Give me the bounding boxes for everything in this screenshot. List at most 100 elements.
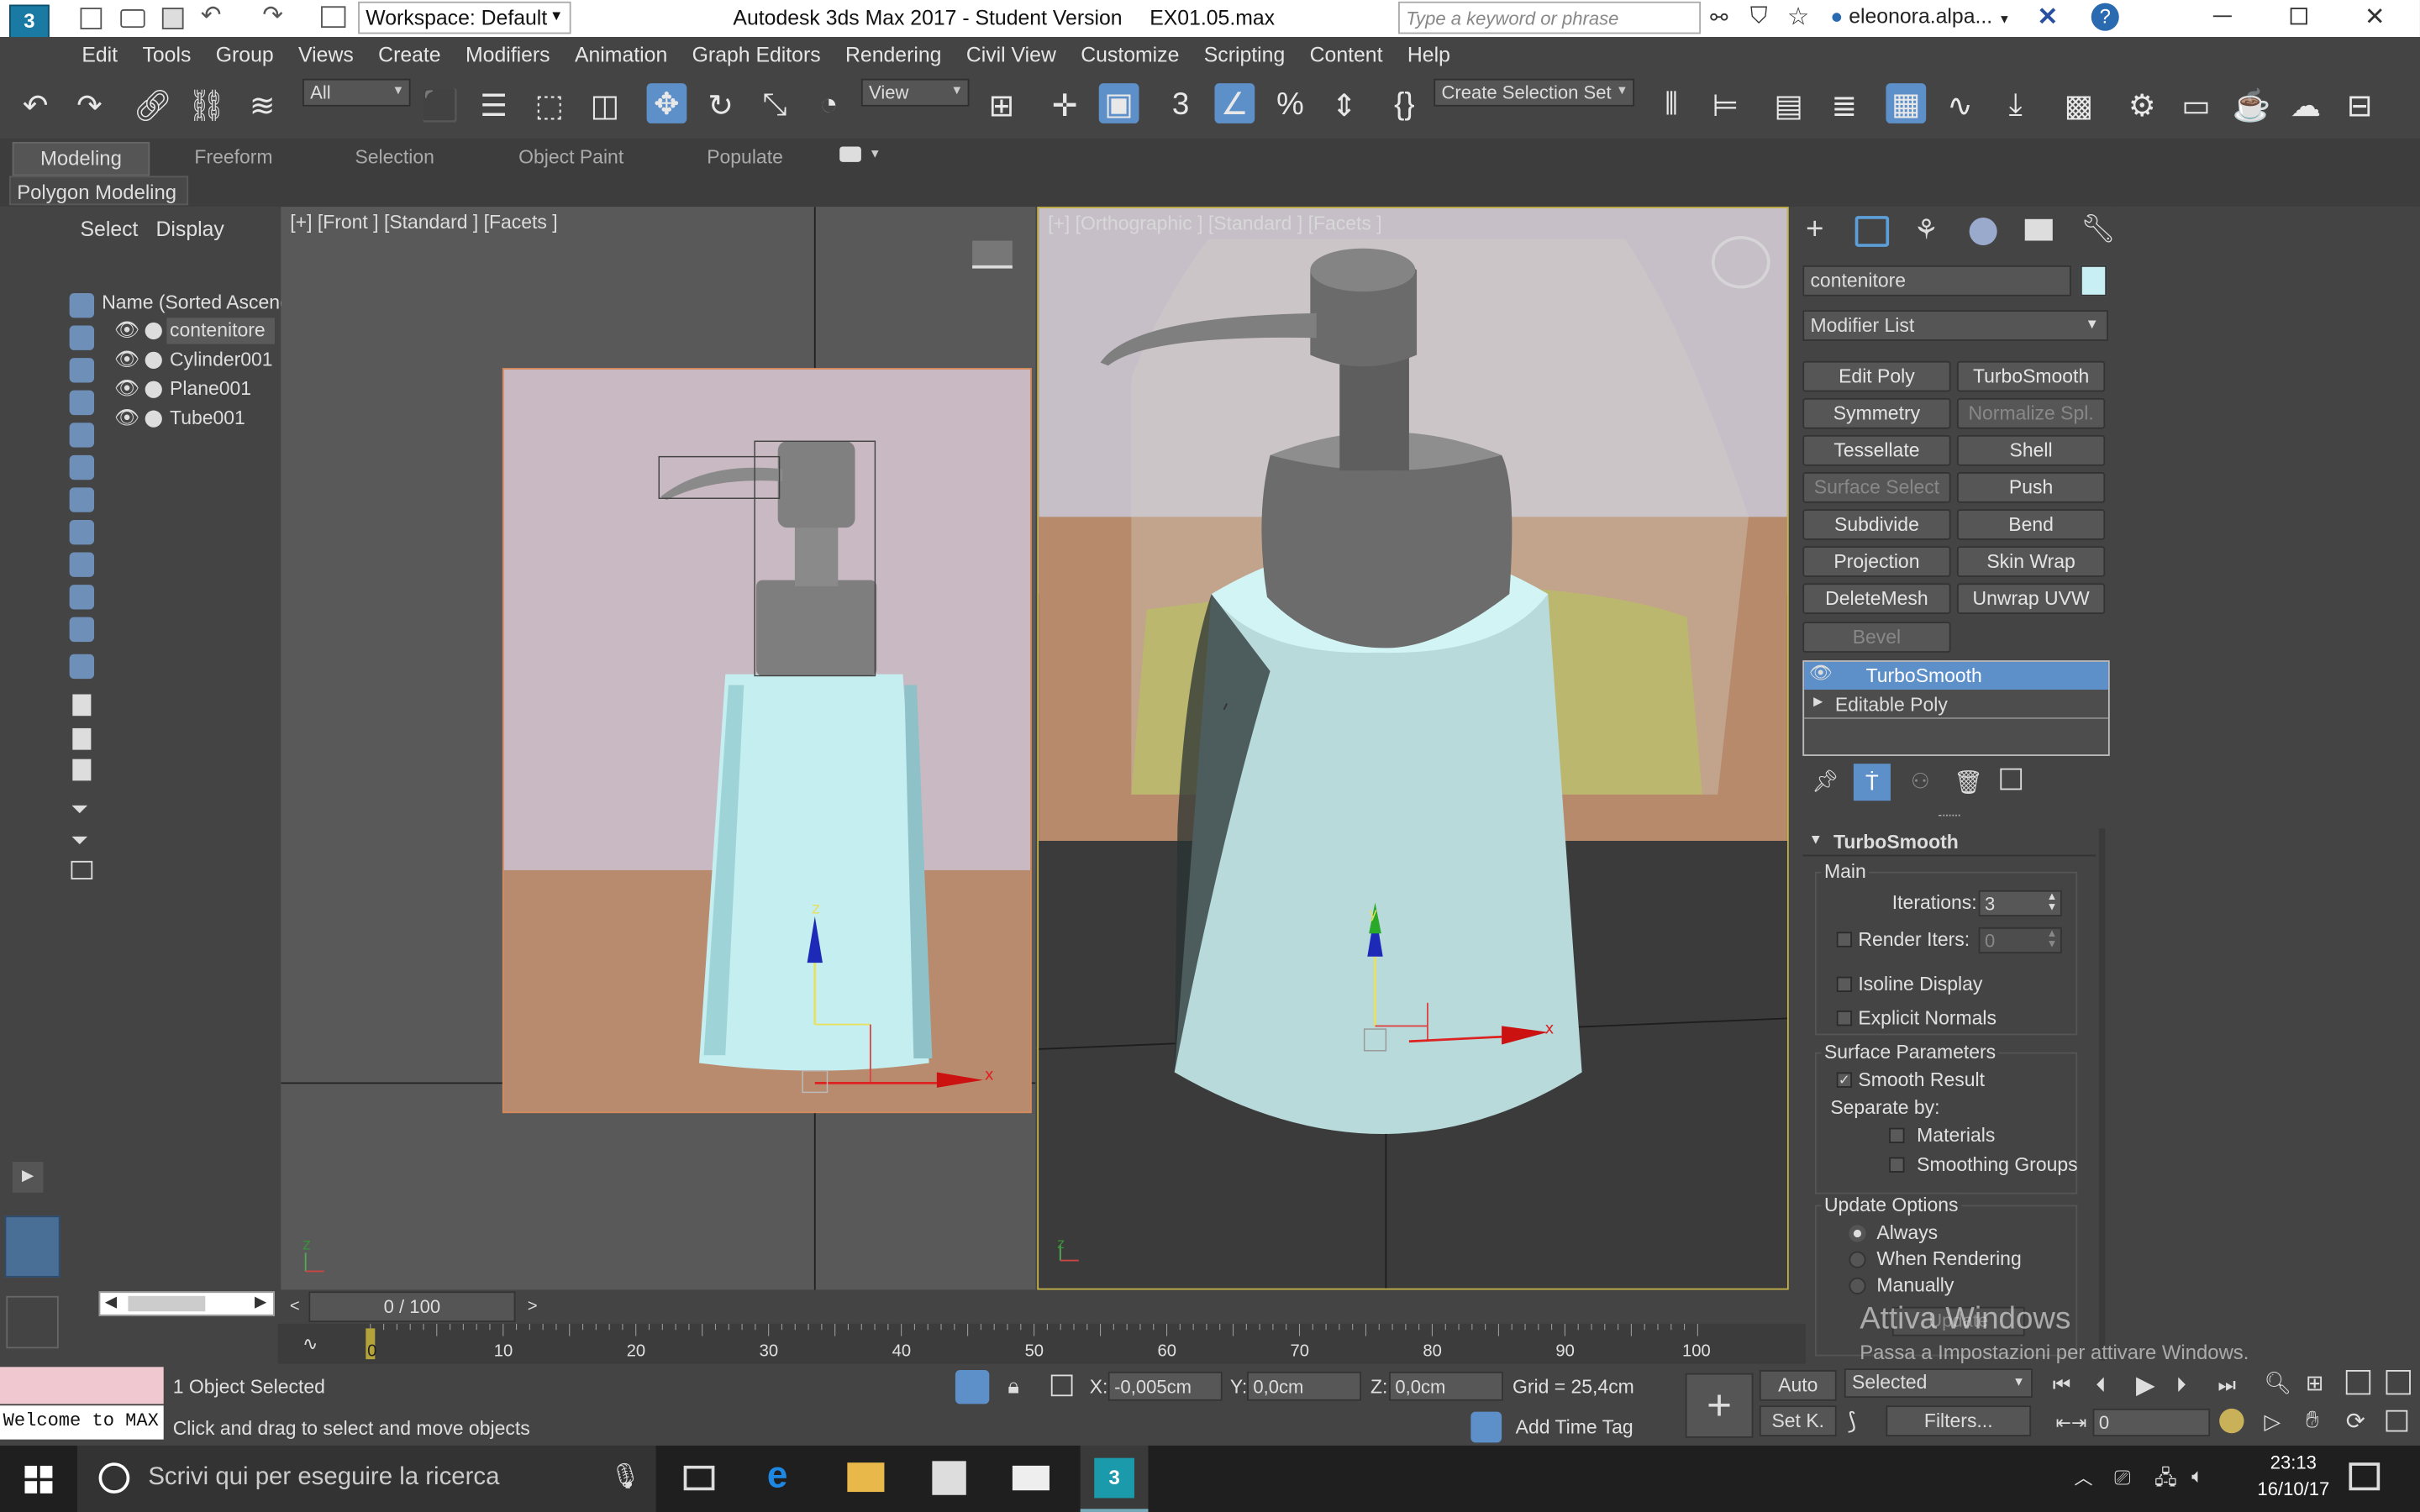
- chevron-down-icon[interactable]: ▼: [869, 146, 881, 160]
- viewport-layout-quad-icon[interactable]: [6, 1295, 59, 1349]
- tablet-icon[interactable]: ⎚: [2114, 1466, 2130, 1490]
- render-production-icon[interactable]: ☕: [2232, 85, 2272, 125]
- motion-tab-icon[interactable]: [1969, 217, 1997, 246]
- snaps-toggle-icon[interactable]: 3: [1160, 85, 1201, 125]
- rollout-header[interactable]: ▼ TurboSmooth: [1802, 828, 2096, 857]
- favorites-star-icon[interactable]: ☆: [1787, 2, 1809, 33]
- go-to-end-icon[interactable]: ⏭: [2217, 1373, 2235, 1398]
- menu-rendering[interactable]: Rendering: [833, 37, 954, 66]
- menu-edit[interactable]: Edit: [70, 37, 130, 66]
- edit-named-selection-icon[interactable]: {}: [1385, 85, 1425, 125]
- isolate-selection-icon[interactable]: [955, 1369, 990, 1404]
- viewport-layout-icon[interactable]: [4, 1215, 60, 1278]
- menu-scripting[interactable]: Scripting: [1192, 37, 1297, 66]
- undo-icon[interactable]: ↶: [15, 85, 55, 125]
- display-bones-icon[interactable]: [69, 552, 95, 577]
- menu-animation[interactable]: Animation: [562, 37, 680, 66]
- show-end-result-icon[interactable]: Ṫ: [1853, 764, 1891, 801]
- pivot-center-icon[interactable]: ⊞: [981, 85, 1022, 125]
- skin-wrap-button[interactable]: Skin Wrap: [1956, 546, 2106, 577]
- reference-coordinate-dropdown[interactable]: View: [860, 78, 970, 107]
- previous-frame-icon[interactable]: ⏴: [2096, 1373, 2106, 1398]
- start-button[interactable]: [0, 1446, 77, 1512]
- eye-icon[interactable]: 👁︎: [114, 406, 139, 430]
- surface-select-button[interactable]: Surface Select: [1802, 472, 1951, 503]
- window-crossing-icon[interactable]: ◫: [585, 85, 625, 125]
- scene-explorer-icon[interactable]: ▦: [1886, 83, 1927, 123]
- create-tab-icon[interactable]: +: [1806, 213, 1823, 248]
- front-viewport[interactable]: [+] [Front ] [Standard ] [Facets ] z x z: [281, 207, 1036, 1290]
- tab-freeform[interactable]: Freeform: [194, 146, 272, 168]
- orthographic-viewport-label[interactable]: [+] [Orthographic ] [Standard ] [Facets …: [1048, 213, 1382, 234]
- eye-icon[interactable]: 👁︎: [114, 318, 139, 342]
- materials-checkbox[interactable]: [1889, 1127, 1905, 1143]
- menu-tools[interactable]: Tools: [130, 37, 203, 66]
- hierarchy-tab-icon[interactable]: ⚘: [1914, 214, 1939, 247]
- menu-content[interactable]: Content: [1297, 37, 1395, 66]
- unwrap-uvw-button[interactable]: Unwrap UVW: [1956, 583, 2106, 615]
- auto-key-button[interactable]: Auto: [1759, 1369, 1837, 1401]
- container-icon[interactable]: [71, 860, 93, 879]
- object-color-swatch[interactable]: [2080, 265, 2107, 297]
- absolute-mode-icon[interactable]: [1050, 1374, 1073, 1397]
- zoom-extents-icon[interactable]: [2345, 1369, 2371, 1395]
- display-hidden-icon[interactable]: [69, 654, 95, 680]
- tab-object-paint[interactable]: Object Paint: [518, 146, 623, 168]
- keyboard-shortcut-override-icon[interactable]: ▣: [1098, 83, 1139, 123]
- eye-icon[interactable]: 👁︎: [114, 347, 139, 371]
- select-by-name-icon[interactable]: ☰: [474, 85, 514, 125]
- funnel-icon[interactable]: ⏷: [71, 827, 88, 853]
- menu-create[interactable]: Create: [366, 37, 453, 66]
- scroll-left-icon[interactable]: ◀: [105, 1294, 117, 1311]
- current-frame-field[interactable]: 0: [2092, 1408, 2211, 1436]
- mirror-icon[interactable]: ⫴: [1651, 85, 1691, 125]
- tessellate-button[interactable]: Tessellate: [1802, 434, 1951, 466]
- spinner-arrows-icon[interactable]: ▲ ▼: [2047, 892, 2058, 914]
- layer-explorer-icon[interactable]: ▤: [1769, 85, 1809, 125]
- scroll-right-icon[interactable]: ▶: [255, 1294, 266, 1311]
- bind-space-warp-icon[interactable]: ≋: [242, 85, 282, 125]
- manually-radio[interactable]: [1849, 1277, 1866, 1294]
- workspace-dropdown[interactable]: Workspace: Default ▼: [358, 1, 571, 34]
- list-item[interactable]: 👁︎ Tube001: [99, 406, 278, 433]
- mail-icon[interactable]: [1012, 1465, 1050, 1491]
- filter-icon[interactable]: ⏷: [71, 796, 88, 822]
- schematic-view-icon[interactable]: ⤓: [1996, 85, 2036, 125]
- bend-button[interactable]: Bend: [1956, 509, 2106, 540]
- orbit-icon[interactable]: ⟳: [2346, 1407, 2365, 1435]
- new-file-icon[interactable]: [80, 8, 103, 29]
- percent-snap-icon[interactable]: %: [1270, 85, 1311, 125]
- microphone-icon[interactable]: 🎙︎: [609, 1461, 640, 1492]
- zoom-extents-all-icon[interactable]: [2386, 1369, 2411, 1395]
- scene-list-header[interactable]: Name (Sorted Ascend: [102, 291, 291, 313]
- a360-gallery-icon[interactable]: ⊟: [2339, 85, 2380, 125]
- rendered-frame-window-icon[interactable]: ▭: [2176, 85, 2217, 125]
- task-view-icon[interactable]: [683, 1465, 715, 1491]
- minimize-button[interactable]: [2212, 15, 2232, 18]
- action-center-icon[interactable]: [2349, 1462, 2381, 1491]
- display-spacewarps-icon[interactable]: [69, 454, 95, 480]
- display-geometry-icon[interactable]: [69, 325, 95, 350]
- set-key-button[interactable]: Set K.: [1759, 1405, 1837, 1436]
- play-icon[interactable]: ▶: [2136, 1370, 2155, 1401]
- add-time-tag-icon[interactable]: [1470, 1411, 1502, 1443]
- place-icon[interactable]: ◔: [808, 85, 849, 125]
- taskbar-search[interactable]: Scrivi qui per eseguire la ricerca 🎙︎: [76, 1445, 656, 1512]
- menu-customize[interactable]: Customize: [1069, 37, 1192, 66]
- close-button[interactable]: ✕: [2365, 2, 2386, 33]
- align-icon[interactable]: ⊨: [1706, 85, 1746, 125]
- modifier-list-dropdown[interactable]: Modifier List ▼: [1802, 310, 2108, 341]
- zoom-icon[interactable]: 🔍︎: [2264, 1370, 2291, 1396]
- lock-selection-icon[interactable]: 🔒︎: [1007, 1373, 1019, 1399]
- display-cameras-icon[interactable]: [69, 390, 95, 416]
- stack-item-turbosmooth[interactable]: 👁︎ TurboSmooth: [1804, 661, 2108, 690]
- scene-tab-display[interactable]: Display: [156, 218, 224, 241]
- file-explorer-icon[interactable]: [847, 1462, 885, 1493]
- modify-tab-icon[interactable]: [1854, 216, 1890, 247]
- key-filters-button[interactable]: Filters...: [1886, 1405, 2032, 1436]
- eye-icon[interactable]: 👁︎: [114, 376, 139, 401]
- bevel-button[interactable]: Bevel: [1802, 622, 1951, 653]
- rectangular-selection-icon[interactable]: ⬚: [529, 85, 570, 125]
- render-iters-spinner[interactable]: 0 ▲ ▼: [1978, 927, 2062, 954]
- user-account[interactable]: ● eleonora.alpa... ▼: [1830, 5, 2010, 29]
